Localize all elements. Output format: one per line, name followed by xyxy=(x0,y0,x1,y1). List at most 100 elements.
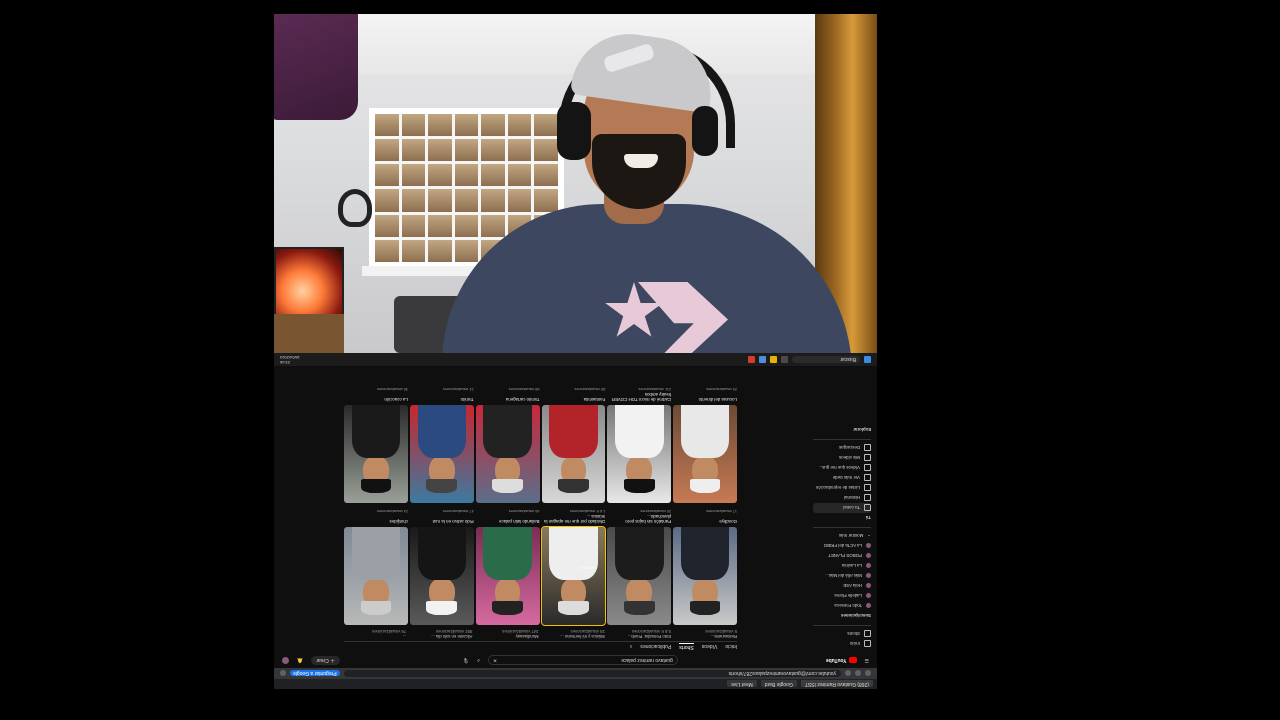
tv-fireplace xyxy=(274,247,344,321)
address-bar: youtube.com/@gustavoramirezpalace287/sho… xyxy=(274,668,877,679)
channel-avatar xyxy=(866,603,871,609)
edge-icon[interactable] xyxy=(759,356,766,363)
sidebar-item-inicio[interactable]: Inicio xyxy=(813,639,871,649)
short-thumbnail[interactable] xyxy=(344,527,408,625)
task-view-icon[interactable] xyxy=(781,356,788,363)
sidebar-item-shorts[interactable]: Shorts xyxy=(813,629,871,639)
start-icon[interactable] xyxy=(864,356,871,363)
menu-icon[interactable]: ☰ xyxy=(865,658,869,664)
sidebar-item-watch-later[interactable]: Ver más tarde xyxy=(813,473,871,483)
sidebar: Inicio Shorts Suscripciones Todo Fonseca… xyxy=(807,366,877,653)
short-thumbnail[interactable]: 5:00 AM xyxy=(540,526,607,626)
short-thumbnail[interactable] xyxy=(475,527,540,625)
show-more-button[interactable]: ⌄ Mostrar más xyxy=(813,531,871,541)
subscription-item[interactable]: Hola ASE xyxy=(813,581,871,591)
channel-content: Inicio Vídeos Shorts Publicaciones ⌕ Res… xyxy=(274,366,807,653)
short-card[interactable]: 5:00 AM Olvidado por que me apagan la mú… xyxy=(540,509,607,626)
search-icon[interactable]: ⌕ xyxy=(630,644,633,650)
short-card[interactable]: chotijides 24 visualizaciones xyxy=(344,509,408,625)
short-thumbnail[interactable] xyxy=(673,527,737,625)
channel-avatar xyxy=(866,583,871,589)
subscription-item[interactable]: POBOS PLANET xyxy=(813,551,871,561)
user-icon xyxy=(864,504,871,512)
sidebar-item-history[interactable]: Historial xyxy=(813,493,871,503)
search-icon[interactable]: ⌕ xyxy=(477,658,480,664)
short-thumbnail[interactable] xyxy=(409,527,474,625)
short-thumbnail[interactable] xyxy=(344,405,408,503)
sidebar-item-downloads[interactable]: Descargas xyxy=(813,443,871,453)
subscription-item[interactable]: Ladelle Flores xyxy=(813,591,871,601)
subscription-item[interactable]: La ACTa del FRIBO xyxy=(813,541,871,551)
channel-avatar xyxy=(866,563,871,569)
reload-icon[interactable] xyxy=(845,670,851,677)
short-card[interactable]: Bailando latin palace 46 visualizaciones xyxy=(475,509,540,625)
channel-avatar xyxy=(866,553,871,559)
short-meta[interactable]: Alicante en solo dia ... 892 visualizacio… xyxy=(410,629,472,639)
short-meta[interactable]: Música y mi hermano ... 24 visualizacione… xyxy=(542,629,604,639)
youtube-header: ☰ YouTube gustavo ramirez palace ✕ ⌕ 🎙 ＋… xyxy=(274,653,877,668)
chevron-down-icon: ⌄ xyxy=(867,534,871,539)
system-clock[interactable]: 23:46 18/04/2024 xyxy=(280,355,300,366)
gemini-button[interactable]: Preguntar a Google xyxy=(290,670,340,677)
time-overlay: 5:00 AM xyxy=(580,565,596,570)
browser-tab[interactable]: Meet Live xyxy=(727,680,757,688)
short-meta[interactable]: Restaurante... 5 visualizaciones xyxy=(675,629,737,639)
subscriptions-header[interactable]: Suscripciones xyxy=(813,611,871,620)
like-icon xyxy=(864,464,871,472)
chrome-icon[interactable] xyxy=(748,356,755,363)
short-thumbnail[interactable] xyxy=(607,405,672,503)
forward-icon[interactable] xyxy=(855,670,861,677)
short-card[interactable]: Cartmé de micro TDH COVER freaky ambos 2… xyxy=(607,387,672,503)
sidebar-item-your-channel[interactable]: Tu canal xyxy=(813,503,871,513)
back-icon[interactable] xyxy=(865,670,871,677)
short-card[interactable]: Pantalón sin bajos pero planchado... 25 … xyxy=(607,509,672,625)
subscription-item[interactable]: La Lavinia xyxy=(813,561,871,571)
short-card[interactable]: Locuras del dinerito 25 visualizaciones xyxy=(673,387,737,503)
short-thumbnail[interactable] xyxy=(607,527,672,625)
shorts-icon xyxy=(864,630,871,638)
create-button[interactable]: ＋ Crear xyxy=(311,656,341,665)
short-meta[interactable]: ... 76 visualizaciones xyxy=(344,629,406,639)
url-input[interactable]: youtube.com/@gustavoramirezpalace287/sho… xyxy=(343,670,841,677)
star-icon[interactable] xyxy=(280,670,286,677)
notifications-icon[interactable]: 🔔 xyxy=(297,658,303,664)
avatar[interactable] xyxy=(282,657,289,664)
youtube-logo[interactable]: YouTube xyxy=(826,657,857,664)
mic-icon[interactable]: 🎙 xyxy=(463,658,469,664)
clock-icon xyxy=(864,474,871,482)
ceiling xyxy=(274,14,877,74)
search-input[interactable]: gustavo ramirez palace ✕ xyxy=(487,655,678,666)
short-thumbnail[interactable] xyxy=(409,405,474,503)
short-card[interactable]: Pido activo en la ruut 47 visualizacione… xyxy=(409,509,474,625)
short-meta[interactable]: Esto Pensaba: Prueb... 5,5 K visualizacio… xyxy=(609,629,671,639)
webcam-feed xyxy=(274,14,877,353)
short-meta[interactable]: Mundiaaaay 347 visualizaciones xyxy=(476,629,538,639)
browser-tabbar: (268) Gustavo Ramirez ISST Google Bard M… xyxy=(274,679,877,689)
sidebar-item-my-videos[interactable]: Mis vídeos xyxy=(813,453,871,463)
browser-tab[interactable]: Google Bard xyxy=(760,680,797,688)
taskbar-search[interactable]: Buscar xyxy=(792,356,860,363)
explore-header: Explorar xyxy=(853,427,871,432)
sidebar-item-playlists[interactable]: Listas de reproducción xyxy=(813,483,871,493)
clear-icon[interactable]: ✕ xyxy=(493,658,497,664)
tab-videos[interactable]: Vídeos xyxy=(702,644,718,650)
short-card[interactable]: Goodbye 17 visualizaciones xyxy=(673,509,737,625)
browser-tab[interactable]: (268) Gustavo Ramirez ISST xyxy=(800,680,873,688)
download-icon xyxy=(864,444,871,452)
short-thumbnail[interactable] xyxy=(541,405,606,503)
short-card[interactable]: Tomito 21 visualizaciones xyxy=(409,387,474,503)
tab-shorts[interactable]: Shorts xyxy=(679,643,694,650)
you-header[interactable]: Tú xyxy=(813,513,871,522)
short-card[interactable]: Fantasmita 88 visualizaciones xyxy=(541,387,606,503)
tab-inicio[interactable]: Inicio xyxy=(725,644,737,650)
sidebar-item-liked[interactable]: Vídeos que me gus... xyxy=(813,463,871,473)
short-thumbnail[interactable] xyxy=(475,405,540,503)
short-thumbnail[interactable] xyxy=(673,405,737,503)
short-card[interactable]: Tomito cartagena 68 visualizaciones xyxy=(475,387,540,503)
tab-publicaciones[interactable]: Publicaciones xyxy=(640,644,671,650)
file-explorer-icon[interactable] xyxy=(770,356,777,363)
subscription-item[interactable]: Todo Fonseca xyxy=(813,601,871,611)
home-icon xyxy=(864,640,871,648)
short-card[interactable]: La coacción 36 visualizaciones xyxy=(344,387,408,503)
subscription-item[interactable]: Más Allá del Más... xyxy=(813,571,871,581)
